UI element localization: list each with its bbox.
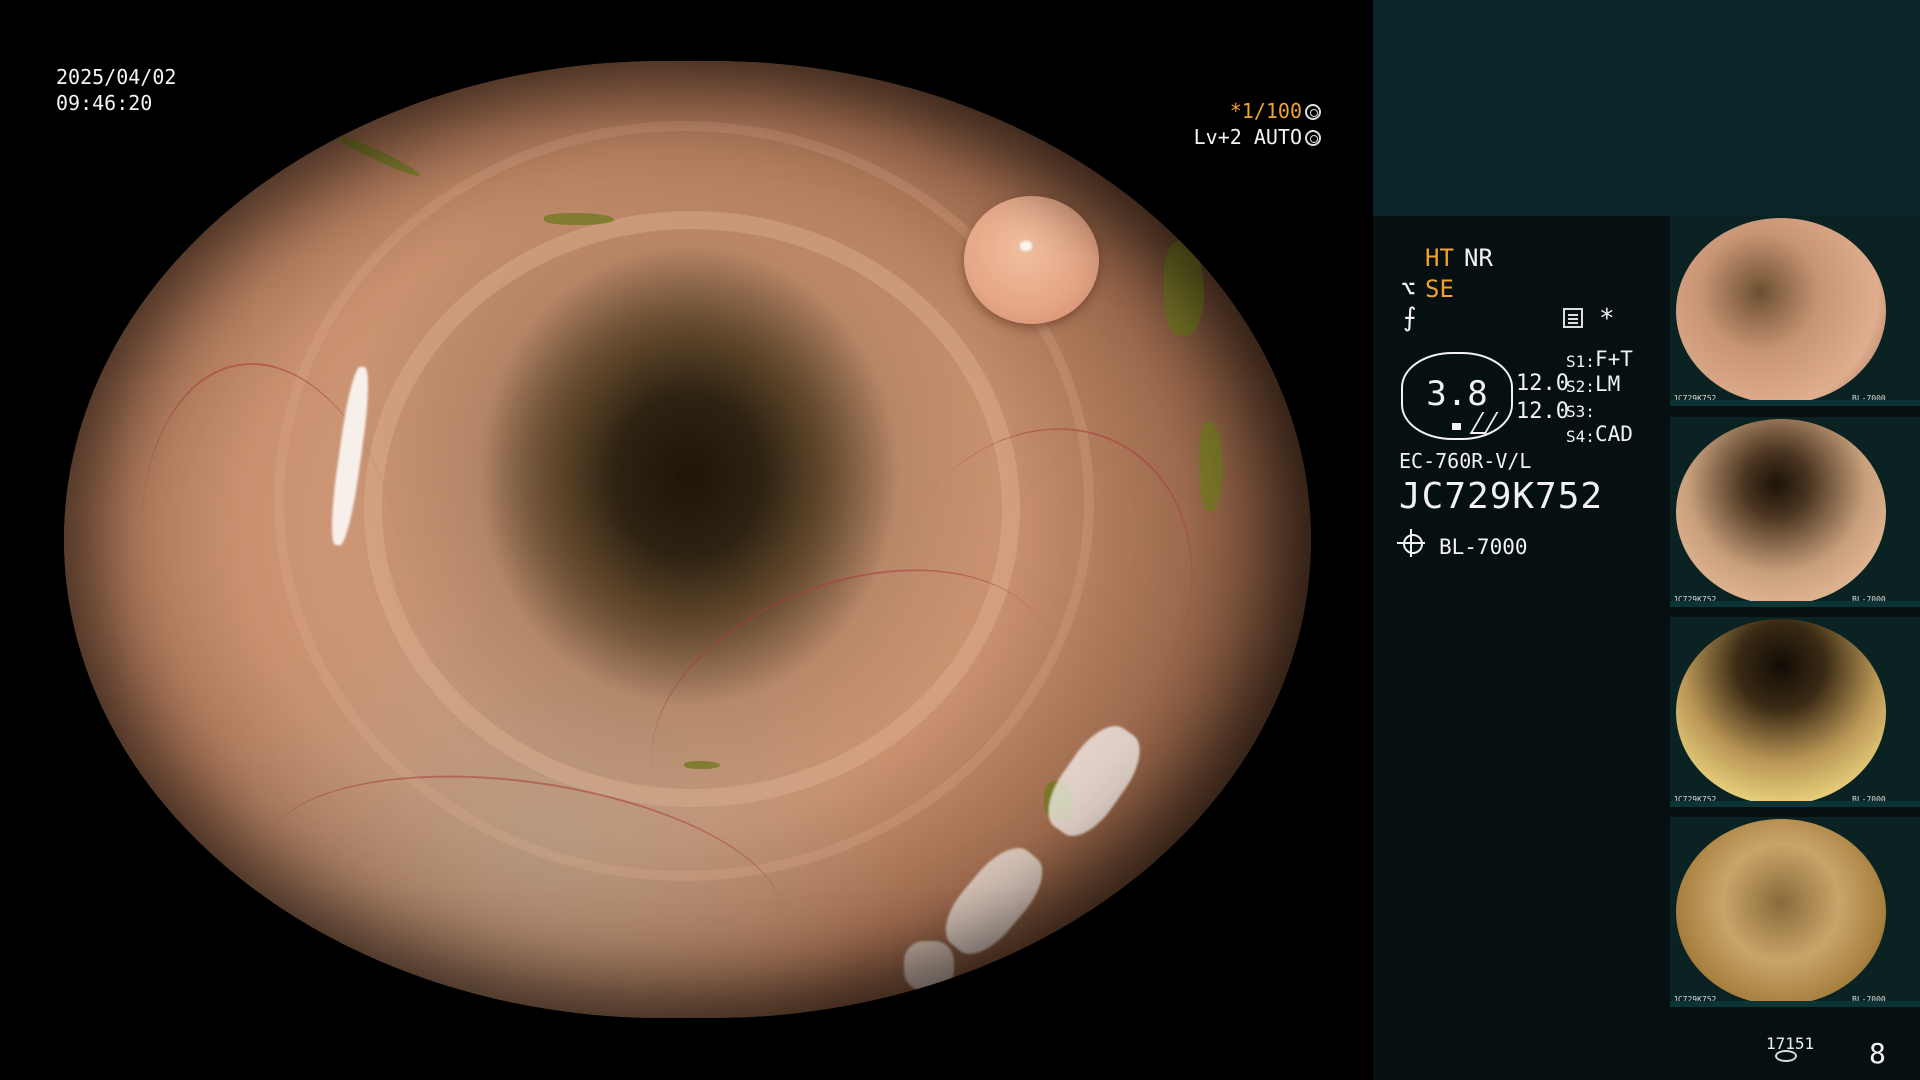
endoscopic-image [64, 61, 1311, 1018]
light-source: BL-7000 [1439, 535, 1528, 559]
datetime: 2025/04/02 09:46:20 [56, 64, 176, 116]
specular-reflection [1020, 241, 1032, 251]
switch-2-label: S2: [1566, 377, 1595, 396]
thumbnail-image [1676, 819, 1886, 1005]
blood-vessel [611, 517, 1097, 907]
ratio-marker-icon [1452, 423, 1461, 430]
thumbnail-bar [1670, 801, 1920, 807]
endoscope-view: 2025/04/02 09:46:20 *1/100 Lv+2 AUTO [0, 0, 1373, 1080]
enhance-line: Lv+2 AUTO [1194, 124, 1321, 150]
structure-enhance-icon: ⌥ [1401, 275, 1416, 303]
haustral-fold [274, 121, 1094, 881]
sharpness-icon: ⨍ [1403, 303, 1417, 333]
debris [336, 132, 422, 180]
thumbnail-3[interactable]: JC729K752 BL-7000 [1670, 617, 1920, 807]
value-a: 12.0 [1516, 371, 1569, 396]
specular-reflection [326, 365, 374, 547]
ratio-indicator: 3.8 [1401, 352, 1513, 440]
date-text: 2025/04/02 [56, 65, 177, 89]
debris [1164, 241, 1204, 336]
mode-nr: NR [1464, 244, 1493, 272]
blood-vessel [109, 341, 439, 803]
switch-1-value: F+T [1595, 347, 1633, 371]
ratio-value: 3.8 [1426, 374, 1488, 414]
switch-4-value: CAD [1595, 422, 1633, 446]
specular-reflection [904, 941, 954, 991]
mode-ht: HT [1425, 244, 1454, 272]
thumbnail-bar [1670, 1001, 1920, 1007]
asterisk-icon: * [1599, 304, 1615, 334]
panel-header-area [1373, 0, 1920, 216]
scope-model: EC-760R-V/L [1399, 449, 1532, 473]
thumbnail-image [1676, 218, 1886, 404]
ratio-flag-icon [1469, 412, 1499, 434]
shutter-line: *1/100 [1194, 98, 1321, 124]
page-number: 8 [1869, 1037, 1886, 1070]
value-b: 12.0 [1516, 399, 1569, 424]
blood-vessel [252, 745, 796, 1018]
polyp [964, 196, 1099, 324]
light-source-icon [1397, 534, 1425, 554]
shutter-text: *1/100 [1229, 99, 1302, 123]
debris [544, 213, 614, 225]
thumbnail-image [1676, 419, 1886, 605]
switch-1-label: S1: [1566, 352, 1595, 371]
debris [684, 761, 720, 769]
switch-3-label: S3: [1566, 402, 1595, 421]
time-text: 09:46:20 [56, 91, 153, 115]
thumbnail-bar [1670, 400, 1920, 406]
settings-list-icon [1563, 308, 1583, 328]
exposure-info: *1/100 Lv+2 AUTO [1194, 98, 1321, 150]
switch-2-value: LM [1595, 372, 1621, 396]
debris [1199, 421, 1223, 511]
scope-serial: JC729K752 [1399, 476, 1604, 517]
thumbnail-4[interactable]: JC729K752 BL-7000 [1670, 817, 1920, 1007]
thumbnail-bar [1670, 601, 1920, 607]
specular-reflection [932, 835, 1056, 967]
iris-icon [1305, 130, 1321, 146]
blood-vessel [813, 370, 1255, 834]
switch-4-label: S4: [1566, 427, 1595, 446]
thumbnail-1[interactable]: JC729K752 BL-7000 [1670, 216, 1920, 406]
mode-se: SE [1425, 275, 1454, 303]
iris-text: AUTO [1253, 125, 1302, 149]
thumbnail-2[interactable]: JC729K752 BL-7000 [1670, 417, 1920, 607]
shutter-icon [1305, 104, 1321, 120]
storage-icon [1775, 1050, 1797, 1062]
specular-reflection [1035, 714, 1153, 848]
enhance-text: Lv+2 [1193, 125, 1242, 149]
haustral-fold [364, 211, 1020, 807]
debris [1044, 781, 1074, 819]
thumbnail-image [1676, 619, 1886, 805]
